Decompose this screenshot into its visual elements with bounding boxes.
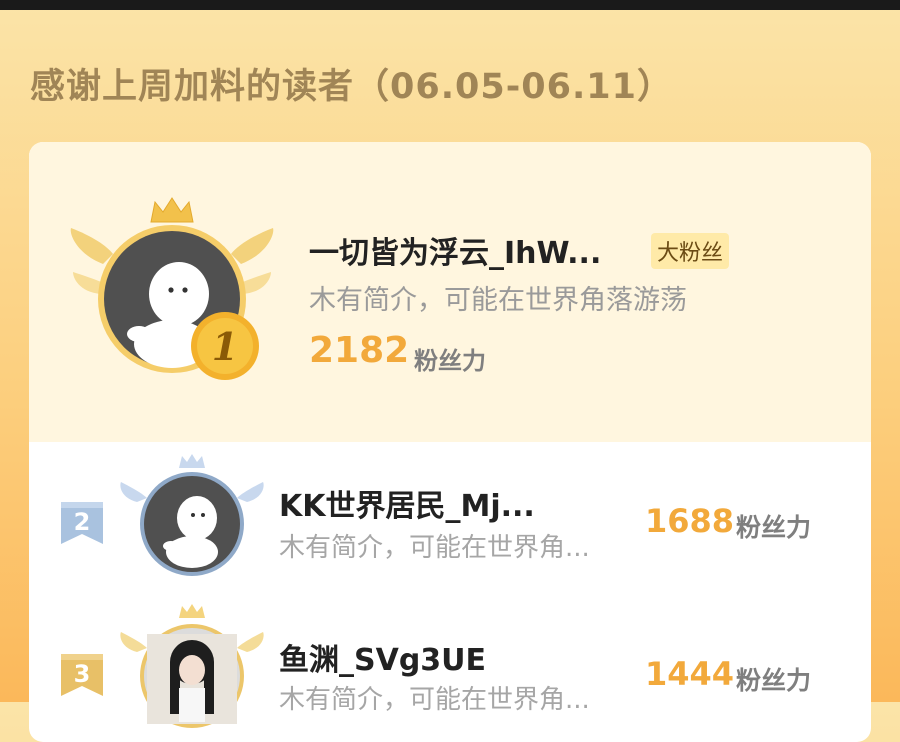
rank-2-score: 1688 xyxy=(645,502,735,540)
page-title: 感谢上周加料的读者（06.05-06.11） xyxy=(30,67,673,107)
rank-1-name[interactable]: 一切皆为浮云_IhW... xyxy=(309,228,601,272)
user-photo-icon xyxy=(147,634,237,724)
rank-number: 3 xyxy=(74,660,91,688)
rank-3-name[interactable]: 鱼渊_SVg3UE xyxy=(279,635,486,679)
rank-number: 2 xyxy=(74,508,91,536)
rank-2-name[interactable]: KK世界居民_Mj... xyxy=(279,481,535,525)
rank-2-score-unit: 粉丝力 xyxy=(736,513,812,542)
rank-1-bio: 木有简介，可能在世界角落游荡 xyxy=(309,285,687,316)
rank-1-avatar[interactable]: 1 xyxy=(67,194,277,384)
rank-2-rank-flag: 2 xyxy=(59,500,105,546)
rank-1-score-unit: 粉丝力 xyxy=(414,347,486,375)
rank-1-score: 2182 xyxy=(309,330,410,371)
rank-3-score-unit: 粉丝力 xyxy=(736,666,812,695)
rank-3-bio: 木有简介，可能在世界角... xyxy=(279,685,590,715)
rank-3-avatar[interactable] xyxy=(117,604,267,732)
top-status-bar xyxy=(0,0,900,10)
rank-2-bio: 木有简介，可能在世界角... xyxy=(279,533,590,563)
rank-number: 1 xyxy=(212,324,238,369)
rank-2-avatar[interactable] xyxy=(117,454,267,582)
rank-3-score: 1444 xyxy=(645,655,735,693)
rank-3-rank-flag: 3 xyxy=(59,652,105,698)
leaderboard-card: 1 一切皆为浮云_IhW... 大粉丝 木有简介，可能在世界角落游荡 2182 … xyxy=(29,142,871,742)
fan-level-badge: 大粉丝 xyxy=(651,233,730,269)
rank-1-entry[interactable]: 1 一切皆为浮云_IhW... 大粉丝 木有简介，可能在世界角落游荡 2182 … xyxy=(29,142,871,442)
